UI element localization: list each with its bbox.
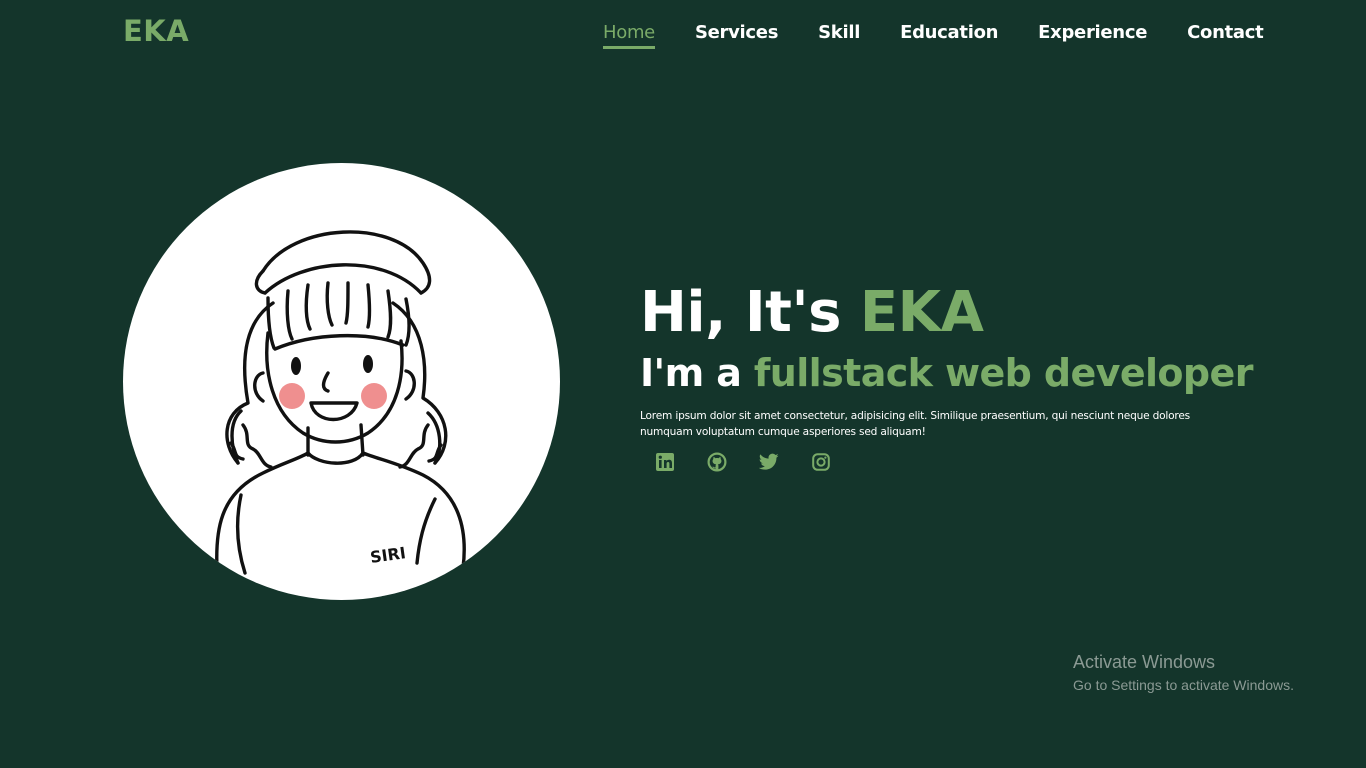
hero-description: Lorem ipsum dolor sit amet consectetur, …: [640, 410, 1190, 438]
hero-name: EKA: [859, 280, 984, 345]
hero-section: Hi, It's EKA I'm a fullstack web develop…: [640, 278, 1253, 472]
hero-title: Hi, It's EKA: [640, 278, 1240, 348]
hero-role-text: fullstack web developer: [753, 351, 1254, 395]
portfolio-page: EKA Home Services Skill Education Experi…: [0, 0, 1366, 768]
girl-avatar-illustration: SIRI: [214, 230, 466, 585]
instagram-icon[interactable]: [811, 452, 831, 472]
profile-avatar: SIRI: [123, 163, 560, 600]
nav-skill[interactable]: Skill: [818, 22, 860, 44]
nav-home[interactable]: Home: [603, 22, 655, 49]
social-links: [655, 452, 1240, 472]
linkedin-icon[interactable]: [655, 452, 675, 472]
nav-education[interactable]: Education: [900, 22, 998, 44]
site-logo[interactable]: EKA: [123, 14, 189, 48]
main-nav: Home Services Skill Education Experience…: [603, 22, 1264, 49]
windows-activation-watermark: Activate Windows Go to Settings to activ…: [1073, 651, 1294, 695]
nav-services[interactable]: Services: [695, 22, 778, 44]
nav-contact[interactable]: Contact: [1187, 22, 1264, 44]
watermark-title: Activate Windows: [1073, 652, 1216, 672]
twitter-icon[interactable]: [759, 452, 779, 472]
hero-role: I'm a fullstack web developer: [640, 348, 1253, 398]
watermark-subtitle: Go to Settings to activate Windows.: [1073, 677, 1294, 693]
github-icon[interactable]: [707, 452, 727, 472]
hero-greeting: Hi, It's: [640, 280, 860, 345]
nav-experience[interactable]: Experience: [1038, 22, 1147, 44]
hero-role-prefix: I'm a: [640, 351, 754, 395]
shirt-text: SIRI: [369, 543, 407, 567]
